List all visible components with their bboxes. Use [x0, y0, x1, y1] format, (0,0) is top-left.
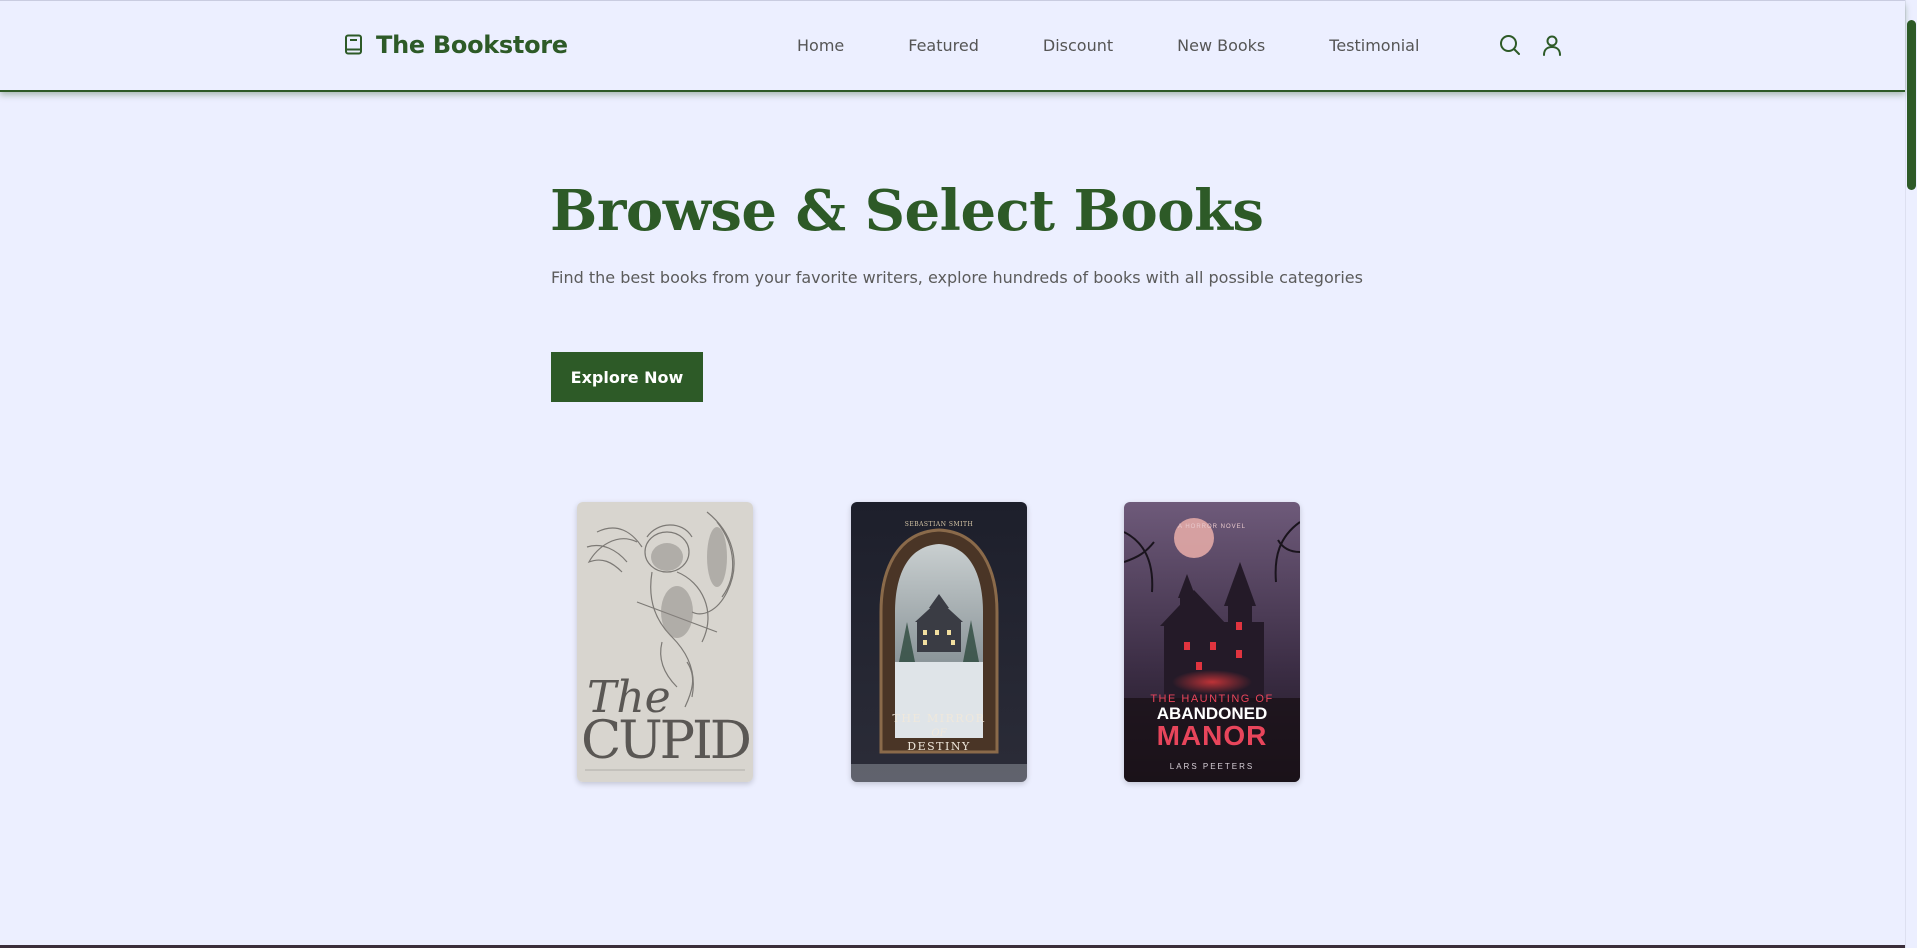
header-icons	[1498, 33, 1564, 57]
manor-top-text: A HORROR NOVEL	[1178, 524, 1246, 530]
nav-home[interactable]: Home	[797, 36, 844, 55]
mirror-title-line3: DESTINY	[907, 740, 970, 753]
cupid-title-main: CUPID	[581, 711, 749, 771]
main-nav: Home Featured Discount New Books Testimo…	[797, 36, 1419, 55]
manor-author: LARS PEETERS	[1170, 762, 1254, 771]
user-icon[interactable]	[1540, 33, 1564, 57]
hero-title: Browse & Select Books	[550, 178, 1264, 244]
nav-discount[interactable]: Discount	[1043, 36, 1113, 55]
page-scrollbar[interactable]	[1905, 0, 1917, 948]
mirror-top-text: SEBASTIAN SMITH	[905, 521, 974, 528]
book-card-cupid[interactable]: The CUPID	[577, 502, 753, 782]
search-icon[interactable]	[1498, 33, 1522, 57]
book-card-abandoned-manor[interactable]: A HORROR NOVEL THE HAUNTING OF ABANDONED…	[1124, 502, 1300, 782]
book-cover-cupid: The CUPID	[577, 502, 753, 782]
mirror-title-line2: OF	[931, 728, 947, 739]
explore-now-button[interactable]: Explore Now	[551, 352, 703, 402]
nav-testimonial[interactable]: Testimonial	[1329, 36, 1419, 55]
manor-title-line3: MANOR	[1157, 720, 1268, 751]
hero-subtitle: Find the best books from your favorite w…	[551, 268, 1363, 287]
book-icon	[345, 34, 362, 55]
mirror-title-line1: THE MIRROR	[893, 712, 986, 725]
book-cover-manor: A HORROR NOVEL THE HAUNTING OF ABANDONED…	[1124, 502, 1300, 782]
book-cover-mirror: SEBASTIAN SMITH THE MIRROR OF DESTINY	[851, 502, 1027, 782]
logo-link[interactable]: The Bookstore	[344, 31, 568, 59]
site-header: The Bookstore Home Featured Discount New…	[0, 0, 1905, 90]
logo-text: The Bookstore	[376, 31, 568, 59]
nav-new-books[interactable]: New Books	[1177, 36, 1265, 55]
nav-featured[interactable]: Featured	[908, 36, 979, 55]
book-card-mirror-of-destiny[interactable]: SEBASTIAN SMITH THE MIRROR OF DESTINY	[851, 502, 1027, 782]
scrollbar-thumb[interactable]	[1907, 20, 1916, 190]
